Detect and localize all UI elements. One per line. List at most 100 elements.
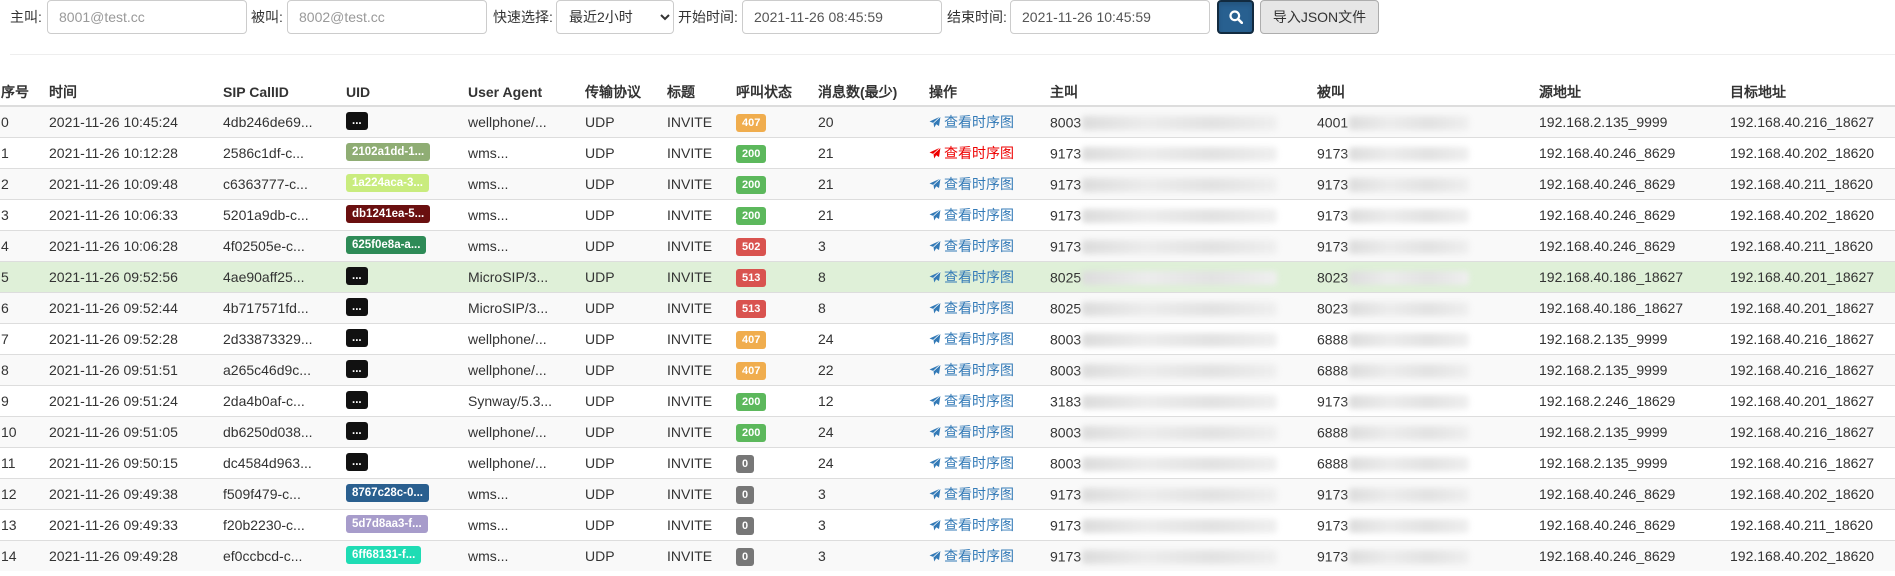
cell-destination: 192.168.40.211_18620 xyxy=(1729,230,1895,262)
uid-badge[interactable]: 8767c28c-0... xyxy=(346,483,429,502)
view-sequence-link[interactable]: 查看时序图 xyxy=(929,546,1014,566)
view-sequence-link[interactable]: 查看时序图 xyxy=(929,453,1014,473)
status-badge: 513 xyxy=(736,268,767,287)
view-sequence-link[interactable]: 查看时序图 xyxy=(929,298,1014,318)
view-sequence-label: 查看时序图 xyxy=(944,362,1014,378)
view-sequence-link[interactable]: 查看时序图 xyxy=(929,484,1014,504)
table-row[interactable]: 2 2021-11-26 10:09:48 c6363777-c... 1a224ac… xyxy=(0,168,1895,200)
view-sequence-link[interactable]: 查看时序图 xyxy=(929,422,1014,442)
uid-badge[interactable]: 2102a1dd-1... xyxy=(346,142,431,161)
cell-time: 2021-11-26 09:49:33 xyxy=(48,509,222,541)
cell-source: 192.168.2.135_9999 xyxy=(1538,416,1729,448)
table-row[interactable]: 1 2021-11-26 10:12:28 2586c1df-c... 2102a1d… xyxy=(0,137,1895,169)
table-row[interactable]: 6 2021-11-26 09:52:44 4b717571fd...... Micr… xyxy=(0,292,1895,324)
cell-caller: 8003 xyxy=(1049,447,1316,479)
uid-badge[interactable]: ... xyxy=(346,328,368,347)
uid-badge[interactable]: ... xyxy=(346,390,368,409)
view-sequence-link[interactable]: 查看时序图 xyxy=(929,391,1014,411)
table-row[interactable]: 10 2021-11-26 09:51:05 db6250d038...... wel… xyxy=(0,416,1895,448)
redacted-caller xyxy=(1082,332,1278,347)
end-time-input[interactable] xyxy=(1010,0,1210,34)
column-header: 时间 xyxy=(48,78,222,107)
cell-callid: f20b2230-c... xyxy=(222,509,345,541)
cell-uid: ... xyxy=(345,354,467,386)
uid-badge[interactable]: ... xyxy=(346,297,368,316)
callee-prefix: 9173 xyxy=(1317,145,1349,162)
callee-prefix: 4001 xyxy=(1317,114,1349,131)
table-row[interactable]: 0 2021-11-26 10:45:24 4db246de69...... well… xyxy=(0,105,1895,138)
table-row[interactable]: 14 2021-11-26 09:49:28 ef0ccbcd-c... 6ff681… xyxy=(0,540,1895,571)
redacted-caller xyxy=(1082,487,1278,502)
search-button[interactable] xyxy=(1217,0,1254,34)
callee-prefix: 6888 xyxy=(1317,362,1349,379)
cell-callid: db6250d038... xyxy=(222,416,345,448)
send-icon xyxy=(929,271,941,283)
cell-uid: ... xyxy=(345,292,467,324)
table-row[interactable]: 11 2021-11-26 09:50:15 dc4584d963...... wel… xyxy=(0,447,1895,479)
redacted-caller xyxy=(1082,177,1278,192)
cell-seq: 8 xyxy=(0,354,48,386)
table-row[interactable]: 13 2021-11-26 09:49:33 f20b2230-c... 5d7d8a… xyxy=(0,509,1895,541)
start-time-label: 开始时间: xyxy=(678,9,738,25)
view-sequence-link[interactable]: 查看时序图 xyxy=(929,267,1014,287)
cell-callid: a265c46d9c... xyxy=(222,354,345,386)
view-sequence-label: 查看时序图 xyxy=(944,300,1014,316)
uid-badge[interactable]: 6ff68131-f... xyxy=(346,545,422,564)
table-row[interactable]: 12 2021-11-26 09:49:38 f509f479-c... 8767c2… xyxy=(0,478,1895,510)
view-sequence-label: 查看时序图 xyxy=(944,114,1014,130)
view-sequence-link[interactable]: 查看时序图 xyxy=(929,236,1014,256)
view-sequence-link[interactable]: 查看时序图 xyxy=(929,515,1014,535)
start-time-input[interactable] xyxy=(742,0,942,34)
cell-caller: 8003 xyxy=(1049,323,1316,355)
cell-protocol: UDP xyxy=(584,168,666,200)
uid-badge[interactable]: 1a224aca-3... xyxy=(346,173,429,192)
table-row[interactable]: 3 2021-11-26 10:06:33 5201a9db-c... db1241e… xyxy=(0,199,1895,231)
redacted-callee xyxy=(1349,487,1470,502)
uid-badge[interactable]: ... xyxy=(346,266,368,285)
uid-badge[interactable]: ... xyxy=(346,452,368,471)
redacted-caller xyxy=(1082,239,1278,254)
uid-badge[interactable]: ... xyxy=(346,421,368,440)
view-sequence-link[interactable]: 查看时序图 xyxy=(929,174,1014,194)
cell-seq: 1 xyxy=(0,137,48,169)
cell-protocol: UDP xyxy=(584,416,666,448)
uid-badge[interactable]: 5d7d8aa3-f... xyxy=(346,514,428,533)
uid-badge[interactable]: ... xyxy=(346,111,368,130)
status-badge: 0 xyxy=(736,547,755,566)
cell-source: 192.168.2.135_9999 xyxy=(1538,447,1729,479)
cell-msg-count: 3 xyxy=(817,230,928,262)
caller-prefix: 9173 xyxy=(1050,238,1082,255)
cell-seq: 13 xyxy=(0,509,48,541)
table-row[interactable]: 7 2021-11-26 09:52:28 2d33873329...... well… xyxy=(0,323,1895,355)
column-header: SIP CallID xyxy=(222,78,345,107)
callee-input[interactable] xyxy=(287,0,487,34)
cell-uid: 6ff68131-f... xyxy=(345,540,467,571)
table-row[interactable]: 9 2021-11-26 09:51:24 2da4b0af-c...... Synw… xyxy=(0,385,1895,417)
caller-input[interactable] xyxy=(47,0,247,34)
cell-callee: 9173 xyxy=(1316,168,1538,200)
redacted-callee xyxy=(1349,270,1470,285)
cell-destination: 192.168.40.211_18620 xyxy=(1729,168,1895,200)
table-row[interactable]: 5 2021-11-26 09:52:56 4ae90aff25...... Micr… xyxy=(0,261,1895,293)
import-json-button[interactable]: 导入JSON文件 xyxy=(1260,0,1379,34)
view-sequence-link[interactable]: 查看时序图 xyxy=(929,112,1014,132)
cell-protocol: UDP xyxy=(584,292,666,324)
status-badge: 0 xyxy=(736,454,755,473)
view-sequence-link[interactable]: 查看时序图 xyxy=(929,329,1014,349)
uid-badge[interactable]: 625f0e8a-a... xyxy=(346,235,427,254)
cell-caller: 3183 xyxy=(1049,385,1316,417)
table-row[interactable]: 8 2021-11-26 09:51:51 a265c46d9c...... well… xyxy=(0,354,1895,386)
view-sequence-link[interactable]: 查看时序图 xyxy=(929,143,1014,163)
cell-caller: 9173 xyxy=(1049,137,1316,169)
uid-badge[interactable]: ... xyxy=(346,359,368,378)
caller-prefix: 8003 xyxy=(1050,455,1082,472)
cell-status: 200 xyxy=(735,199,817,231)
view-sequence-link[interactable]: 查看时序图 xyxy=(929,360,1014,380)
cell-time: 2021-11-26 09:49:28 xyxy=(48,540,222,571)
redacted-callee xyxy=(1349,518,1470,533)
cell-caller: 9173 xyxy=(1049,199,1316,231)
quick-select[interactable]: 最近2小时 xyxy=(556,0,674,34)
uid-badge[interactable]: db1241ea-5... xyxy=(346,204,431,223)
view-sequence-link[interactable]: 查看时序图 xyxy=(929,205,1014,225)
table-row[interactable]: 4 2021-11-26 10:06:28 4f02505e-c... 625f0e8… xyxy=(0,230,1895,262)
